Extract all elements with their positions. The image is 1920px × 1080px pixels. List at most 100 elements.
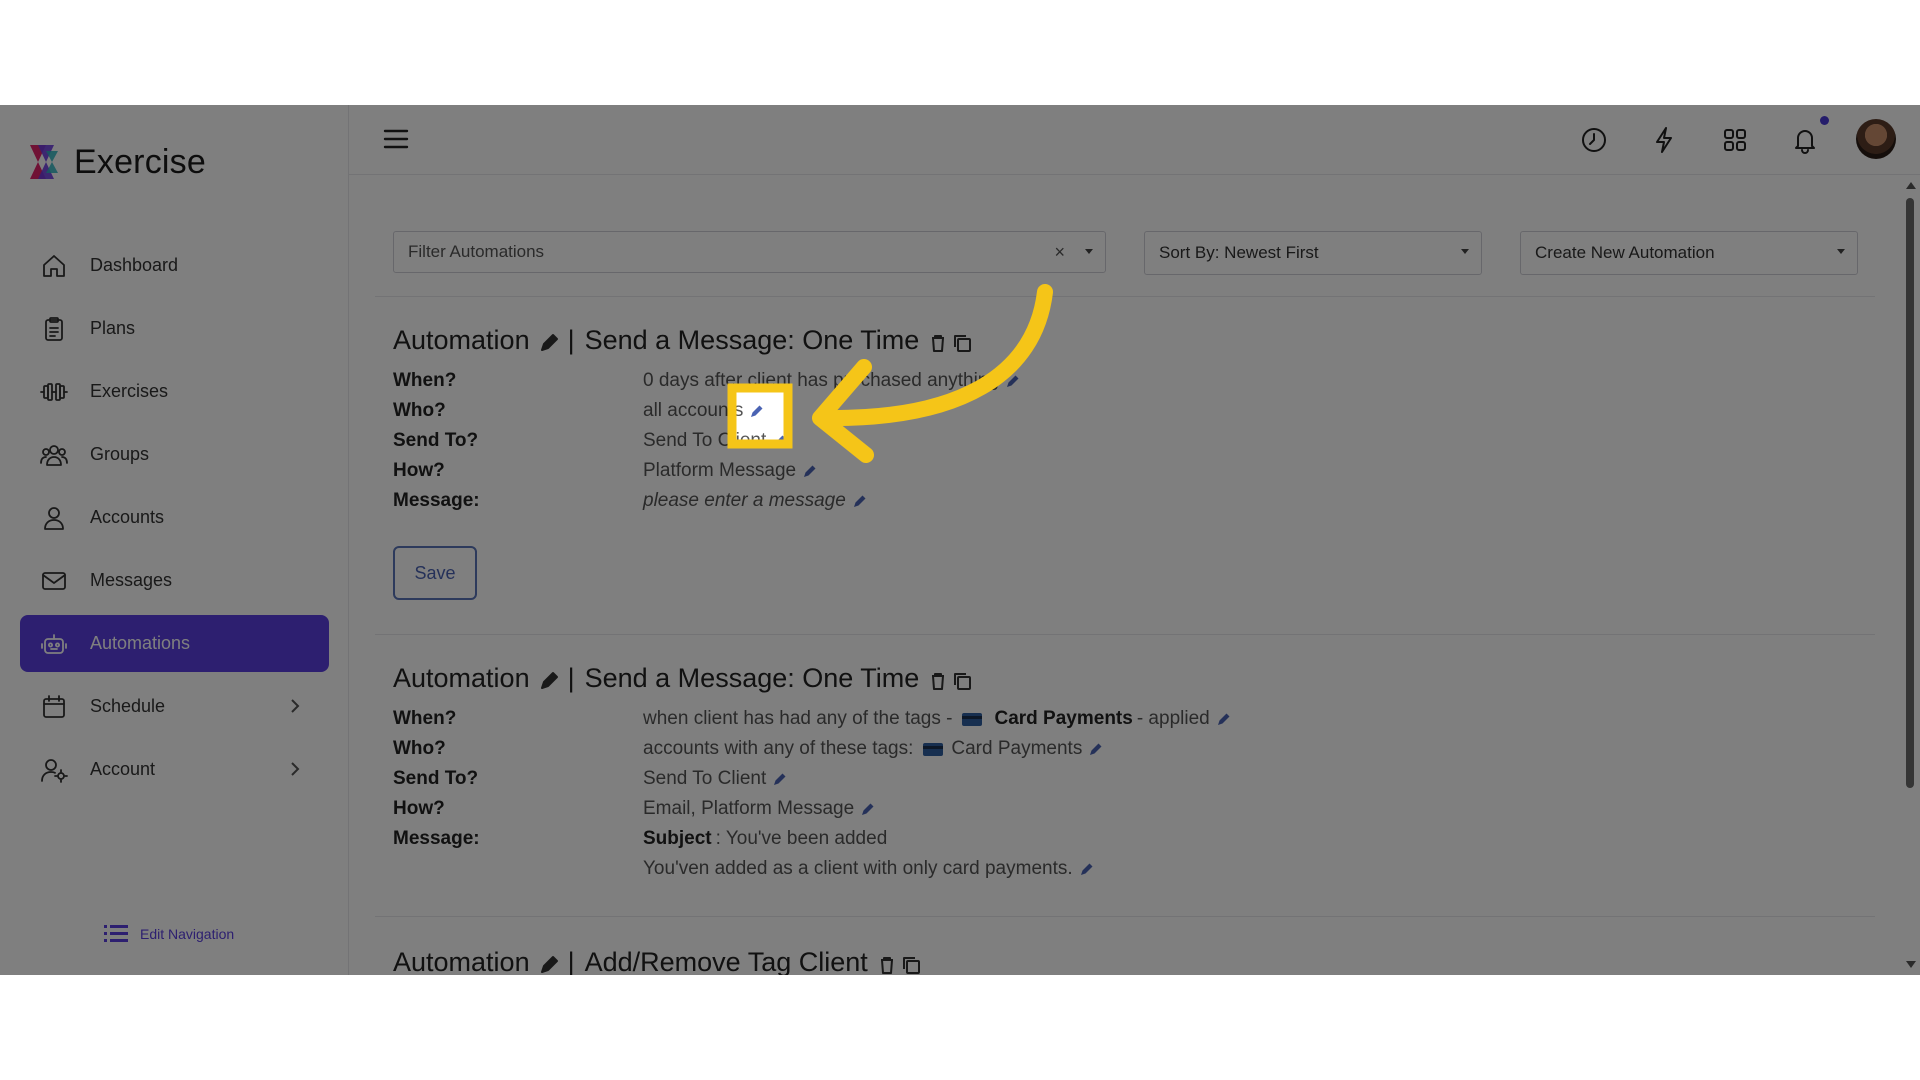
chevron-down-icon[interactable] xyxy=(1085,249,1093,254)
chevron-down-icon xyxy=(1837,249,1845,254)
row-value: please enter a message xyxy=(643,490,868,512)
how-value: Platform Message xyxy=(643,460,796,482)
sidebar-item-accounts[interactable]: Accounts xyxy=(20,489,329,546)
pencil-icon[interactable] xyxy=(538,668,560,690)
chevron-down-icon xyxy=(1461,249,1469,254)
chevron-right-icon[interactable] xyxy=(285,759,305,779)
app-window: Exercise Dashboard Plans Exercises Group… xyxy=(0,105,1920,975)
divider xyxy=(375,634,1875,635)
robot-icon xyxy=(40,630,68,658)
sidebar-item-automations[interactable]: Automations xyxy=(20,615,329,672)
pencil-icon[interactable] xyxy=(860,801,876,817)
app-logo[interactable]: Exercise xyxy=(24,141,206,183)
row-label: Who? xyxy=(393,400,643,422)
exercise-logo-icon xyxy=(24,141,64,183)
automation-row-who: Who? all accounts xyxy=(393,396,1021,426)
sort-label: Sort By: Newest First xyxy=(1159,243,1319,263)
sidebar-item-plans[interactable]: Plans xyxy=(20,300,329,357)
scroll-down-arrow-icon[interactable] xyxy=(1906,961,1916,968)
row-label: Message: xyxy=(393,490,643,512)
tag-name: Card Payments xyxy=(951,738,1082,760)
automation-card: Automation | Send a Message: One Time Wh… xyxy=(393,325,1021,600)
trash-icon[interactable] xyxy=(876,952,898,974)
pencil-icon[interactable] xyxy=(538,952,560,974)
trash-icon[interactable] xyxy=(927,330,949,352)
pencil-icon[interactable] xyxy=(1216,711,1232,727)
pencil-icon[interactable] xyxy=(852,493,868,509)
sidebar-item-schedule[interactable]: Schedule xyxy=(20,678,329,735)
when-suffix: - applied xyxy=(1137,708,1210,730)
row-label: Send To? xyxy=(393,768,643,790)
sidebar-item-label: Dashboard xyxy=(90,255,178,276)
how-value: Email, Platform Message xyxy=(643,798,854,820)
copy-icon[interactable] xyxy=(951,330,973,352)
automation-row-sendto: Send To? Send To Client xyxy=(393,426,1021,456)
subject-value: : You've been added xyxy=(716,828,888,850)
credit-card-icon xyxy=(962,713,982,726)
automation-name: Automation xyxy=(393,947,530,975)
notification-dot xyxy=(1820,116,1829,125)
automation-title: Automation | Send a Message: One Time xyxy=(393,663,1232,694)
list-icon xyxy=(104,923,128,945)
history-icon[interactable] xyxy=(1579,125,1609,155)
sidebar-item-label: Exercises xyxy=(90,381,168,402)
pencil-icon[interactable] xyxy=(1079,861,1095,877)
lightning-icon[interactable] xyxy=(1649,125,1679,155)
apps-grid-icon[interactable] xyxy=(1720,125,1750,155)
scrollbar[interactable] xyxy=(1903,180,1917,970)
sidebar-item-exercises[interactable]: Exercises xyxy=(20,363,329,420)
envelope-icon xyxy=(40,567,68,595)
create-automation-select[interactable]: Create New Automation xyxy=(1520,231,1858,275)
automation-type: Send a Message: One Time xyxy=(585,325,920,356)
row-value: Send To Client xyxy=(643,768,788,790)
save-button[interactable]: Save xyxy=(393,546,477,600)
sendto-value: Send To Client xyxy=(643,768,766,790)
row-value: accounts with any of these tags: Card Pa… xyxy=(643,738,1104,760)
dumbbell-icon xyxy=(40,378,68,406)
scroll-up-arrow-icon[interactable] xyxy=(1906,182,1916,189)
scrollbar-thumb[interactable] xyxy=(1906,198,1914,788)
automation-card: Automation | Add/Remove Tag Client xyxy=(393,947,922,975)
sidebar-item-messages[interactable]: Messages xyxy=(20,552,329,609)
sidebar-item-label: Messages xyxy=(90,570,172,591)
credit-card-icon xyxy=(923,743,943,756)
pencil-icon[interactable] xyxy=(1088,741,1104,757)
pencil-icon[interactable] xyxy=(1005,373,1021,389)
automation-row-message-body: You'ven added as a client with only card… xyxy=(393,854,1232,884)
row-value: Send To Client xyxy=(643,430,788,452)
sidebar-item-groups[interactable]: Groups xyxy=(20,426,329,483)
sidebar-item-dashboard[interactable]: Dashboard xyxy=(20,237,329,294)
sidebar-item-account[interactable]: Account xyxy=(20,741,329,798)
row-label: How? xyxy=(393,798,643,820)
clear-filter-icon[interactable]: × xyxy=(1054,242,1065,263)
edit-navigation-link[interactable]: Edit Navigation xyxy=(104,923,234,945)
bell-icon[interactable] xyxy=(1790,125,1820,155)
sidebar-item-label: Schedule xyxy=(90,696,165,717)
pencil-icon[interactable] xyxy=(772,771,788,787)
chevron-right-icon[interactable] xyxy=(285,696,305,716)
automation-row-sendto: Send To? Send To Client xyxy=(393,764,1232,794)
copy-icon[interactable] xyxy=(951,668,973,690)
edit-who-pencil-icon[interactable] xyxy=(749,403,765,419)
clipboard-icon xyxy=(40,315,68,343)
filter-placeholder: Filter Automations xyxy=(408,242,544,262)
title-separator: | xyxy=(568,947,575,975)
pencil-icon[interactable] xyxy=(802,463,818,479)
pencil-icon[interactable] xyxy=(538,330,560,352)
sidebar-item-label: Groups xyxy=(90,444,149,465)
automation-row-message: Message: Subject: You've been added xyxy=(393,824,1232,854)
filter-automations-select[interactable]: Filter Automations × xyxy=(393,231,1106,273)
sidebar-item-label: Account xyxy=(90,759,155,780)
copy-icon[interactable] xyxy=(900,952,922,974)
hamburger-menu-icon[interactable] xyxy=(383,127,409,151)
calendar-icon xyxy=(40,693,68,721)
sidebar: Exercise Dashboard Plans Exercises Group… xyxy=(0,105,349,975)
row-value: all accounts xyxy=(643,400,765,422)
sendto-value: Send To Client xyxy=(643,430,766,452)
avatar[interactable] xyxy=(1856,119,1896,159)
row-value: You'ven added as a client with only card… xyxy=(643,858,1095,880)
trash-icon[interactable] xyxy=(927,668,949,690)
pencil-icon[interactable] xyxy=(772,433,788,449)
row-label: Who? xyxy=(393,738,643,760)
sort-select[interactable]: Sort By: Newest First xyxy=(1144,231,1482,275)
